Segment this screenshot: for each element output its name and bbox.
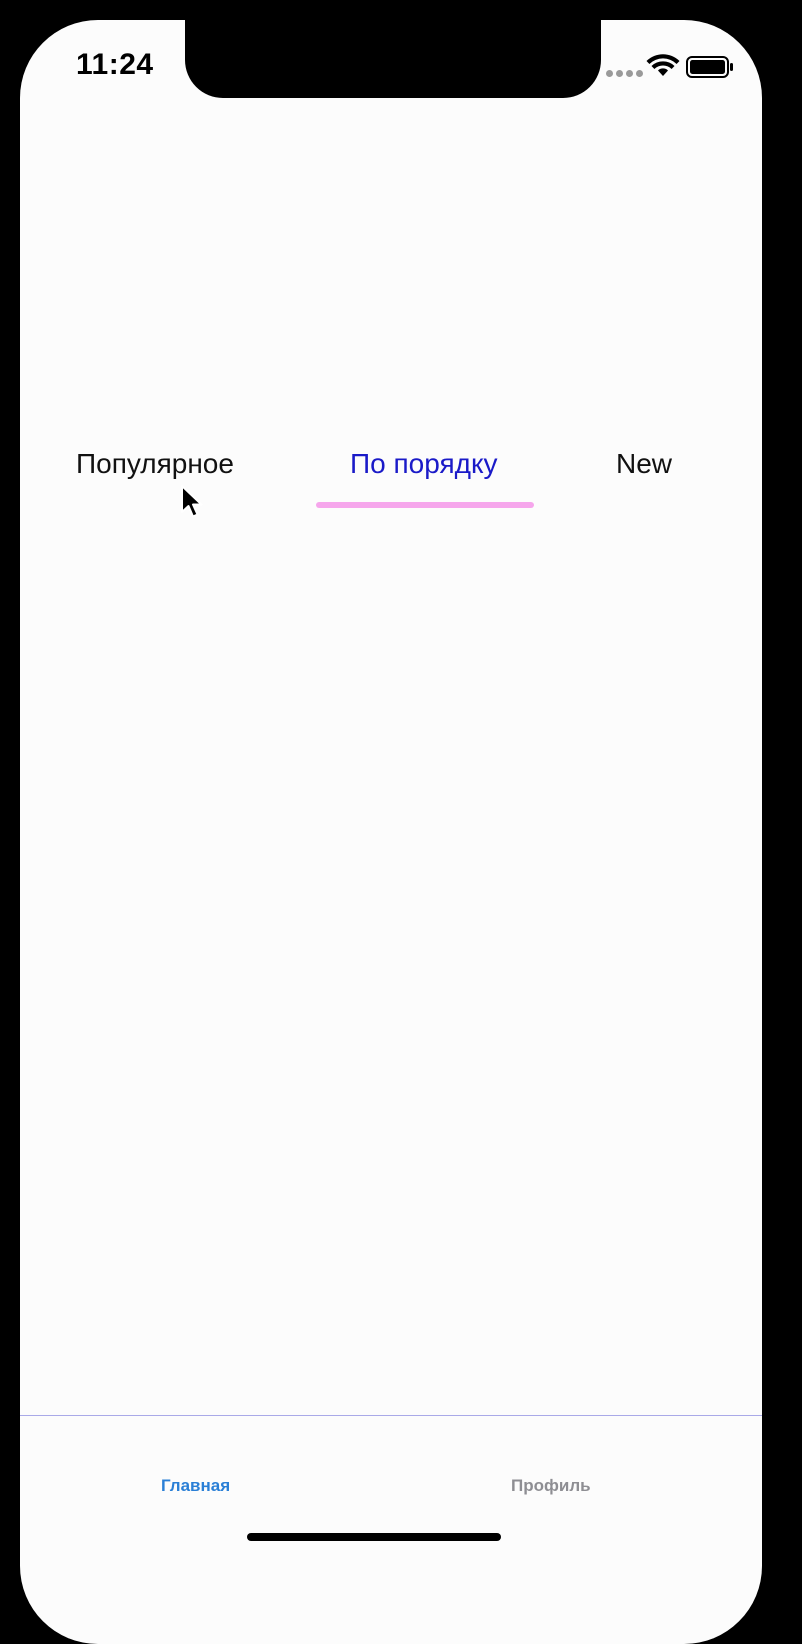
- device-notch: [185, 20, 601, 98]
- tab-in-order[interactable]: По порядку: [350, 448, 498, 480]
- signal-dots-icon: [606, 70, 643, 77]
- tab-popular[interactable]: Популярное: [76, 448, 234, 480]
- active-tab-indicator: [316, 502, 534, 508]
- tab-bar-profile[interactable]: Профиль: [511, 1476, 591, 1496]
- app-screen: 11:24 Популярное По порядку New Главная: [20, 20, 762, 1644]
- tab-new[interactable]: New: [616, 448, 672, 480]
- tab-bar-divider: [20, 1415, 762, 1416]
- battery-icon: [686, 56, 733, 78]
- tab-bar-home[interactable]: Главная: [161, 1476, 230, 1496]
- wifi-icon: [646, 54, 680, 76]
- mouse-cursor-icon: [181, 485, 203, 518]
- device-stage: 11:24 Популярное По порядку New Главная: [0, 0, 802, 1644]
- home-indicator[interactable]: [247, 1533, 501, 1541]
- status-time: 11:24: [76, 48, 154, 81]
